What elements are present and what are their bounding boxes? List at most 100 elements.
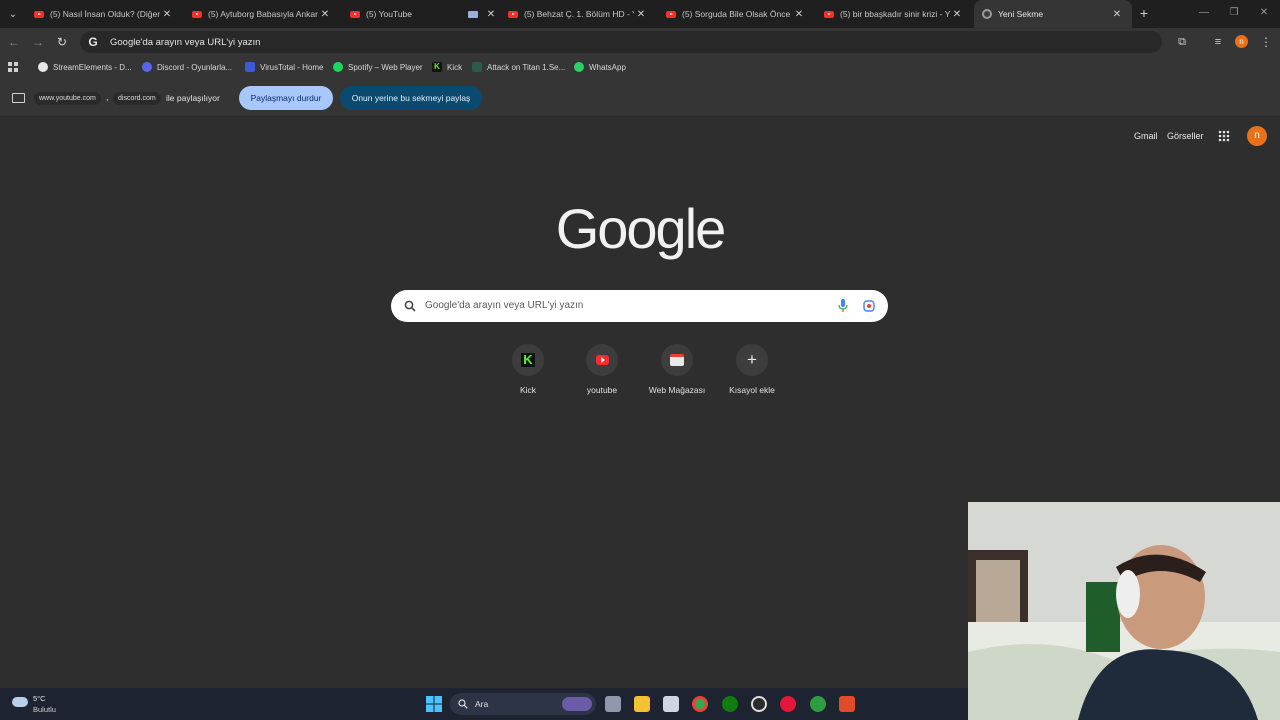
share-this-tab-button[interactable]: Onun yerine bu sekmeyi paylaş xyxy=(340,86,482,110)
bookmark-item[interactable]: WhatsApp xyxy=(574,60,626,74)
lens-search-icon[interactable] xyxy=(863,300,875,312)
search-box[interactable]: Google'da arayın veya URL'yi yazın xyxy=(391,290,888,322)
weather-description[interactable]: Bulutlu xyxy=(33,705,56,714)
valorant-icon[interactable] xyxy=(780,696,796,712)
tab-active[interactable]: Yeni Sekme ✕ xyxy=(974,0,1132,28)
webcam-overlay xyxy=(968,502,1280,720)
taskbar-search[interactable]: Ara xyxy=(450,693,596,715)
apps-icon[interactable] xyxy=(8,60,18,74)
search-icon xyxy=(458,699,468,709)
xbox-icon[interactable] xyxy=(722,696,738,712)
chrome-icon[interactable] xyxy=(692,696,708,712)
bookmark-label: Spotify – Web Player xyxy=(348,62,423,72)
tab-title: (5) YouTube xyxy=(366,9,412,19)
shortcut-tile[interactable]: + Kısayol ekle xyxy=(716,344,788,395)
bookmark-item[interactable]: VirusTotal - Home xyxy=(245,60,323,74)
forward-icon[interactable]: → xyxy=(30,34,46,50)
bookmarks-bar: StreamElements - D... Discord - Oyunlarl… xyxy=(0,56,1280,78)
screen-share-icon xyxy=(12,93,25,103)
youtube-icon xyxy=(508,10,518,18)
media-control-icon[interactable]: ≡ xyxy=(1210,34,1226,50)
back-icon[interactable]: ← xyxy=(6,34,22,50)
file-explorer-icon[interactable] xyxy=(634,696,650,712)
menu-icon[interactable]: ⋮ xyxy=(1258,34,1274,50)
tab-title: (5) Nasıl İnsan Olduk? (Diğer Tü xyxy=(50,9,160,19)
close-icon[interactable]: ✕ xyxy=(792,9,806,20)
shortcut-label: youtube xyxy=(586,385,618,395)
windows-start-icon[interactable] xyxy=(426,696,442,715)
close-icon[interactable]: ✕ xyxy=(1110,9,1124,20)
close-icon[interactable]: ✕ xyxy=(950,9,964,20)
bookmark-label: VirusTotal - Home xyxy=(260,62,324,72)
shortcut-tile[interactable]: youtube xyxy=(566,344,638,395)
bookmark-label: Kick xyxy=(447,62,463,72)
close-icon[interactable]: ✕ xyxy=(634,9,648,20)
google-g-icon: G xyxy=(88,35,98,49)
webcam-image xyxy=(968,502,1280,720)
spotify-icon xyxy=(333,62,343,72)
minimize-icon[interactable]: — xyxy=(1196,5,1212,21)
bookmark-label: WhatsApp xyxy=(589,62,626,72)
omnibox[interactable]: G Google'da arayın veya URL'yi yazın xyxy=(80,31,1162,53)
omnibox-text: Google'da arayın veya URL'yi yazın xyxy=(110,36,261,48)
aot-icon xyxy=(472,62,482,72)
store-icon[interactable] xyxy=(663,696,679,712)
images-link[interactable]: Görseller xyxy=(1167,131,1204,141)
account-avatar[interactable]: n xyxy=(1247,126,1267,146)
extensions-icon[interactable]: ⧉ xyxy=(1174,34,1190,50)
task-view-icon[interactable] xyxy=(605,696,621,712)
tab-search-button[interactable]: ⌄ xyxy=(4,5,22,23)
bookmark-item[interactable]: K Kick xyxy=(432,60,462,74)
search-placeholder: Google'da arayın veya URL'yi yazın xyxy=(425,300,584,311)
tab[interactable]: (5) Behzat Ç. 1. Bölüm HD - Yo ✕ xyxy=(500,0,656,28)
close-icon[interactable]: ✕ xyxy=(318,9,332,20)
bookmark-item[interactable]: Spotify – Web Player xyxy=(333,60,423,74)
tab[interactable]: (5) bir bbaşkadır sinir krizi - You ✕ xyxy=(816,0,972,28)
weather-temperature[interactable]: 5°C xyxy=(33,694,46,703)
shortcut-label: Kısayol ekle xyxy=(729,385,775,395)
tab[interactable]: (5) Aytuborg Babasıyla Ankarad ✕ xyxy=(184,0,340,28)
chrome-icon xyxy=(982,9,992,19)
gmail-link[interactable]: Gmail xyxy=(1134,131,1158,141)
tab-title: (5) Aytuborg Babasıyla Ankarad xyxy=(208,9,318,19)
bookmark-item[interactable]: Attack on Titan 1.Se... xyxy=(472,60,565,74)
tab[interactable]: ✕ xyxy=(460,0,498,28)
youtube-icon xyxy=(350,10,360,18)
shortcut-label: Web Mağazası xyxy=(648,385,706,395)
new-tab-button[interactable]: + xyxy=(1136,5,1152,21)
kick-icon: K xyxy=(432,62,442,72)
restore-icon[interactable]: ❐ xyxy=(1226,5,1242,21)
tab-title: (5) Sorguda Bile Olsak Önce Ha xyxy=(682,9,792,19)
sharing-status-text: ile paylaşılıyor xyxy=(166,93,220,103)
streamelements-icon xyxy=(38,62,48,72)
tab-title: (5) Behzat Ç. 1. Bölüm HD - Yo xyxy=(524,9,634,19)
steam-icon[interactable] xyxy=(751,696,767,712)
screen-sharing-bar: www.youtube.com , discord.com ile paylaş… xyxy=(0,78,1280,117)
shortcut-label: Kick xyxy=(519,385,537,395)
bookmark-item[interactable]: StreamElements - D... xyxy=(38,60,132,74)
tab[interactable]: (5) Sorguda Bile Olsak Önce Ha ✕ xyxy=(658,0,814,28)
discord-icon xyxy=(142,62,152,72)
reload-icon[interactable]: ↻ xyxy=(54,34,70,50)
voice-search-icon[interactable] xyxy=(838,299,848,313)
bookmark-item[interactable]: Discord - Oyunlarla... xyxy=(142,60,232,74)
tab-title: (5) bir bbaşkadır sinir krizi - You xyxy=(840,9,950,19)
bookmark-label: Attack on Titan 1.Se... xyxy=(487,62,566,72)
bookmark-label: Discord - Oyunlarla... xyxy=(157,62,233,72)
google-apps-icon[interactable] xyxy=(1218,130,1230,145)
whatsapp-icon xyxy=(574,62,584,72)
profile-avatar[interactable]: n xyxy=(1235,35,1248,48)
web-store-icon xyxy=(661,344,693,376)
brave-icon[interactable] xyxy=(839,696,855,712)
shortcut-tile[interactable]: Web Mağazası xyxy=(641,344,713,395)
close-window-icon[interactable]: ✕ xyxy=(1256,5,1272,21)
plus-icon: + xyxy=(736,344,768,376)
close-icon[interactable]: ✕ xyxy=(160,9,174,20)
stop-sharing-button[interactable]: Paylaşmayı durdur xyxy=(239,86,333,110)
xbox-app-icon[interactable] xyxy=(810,696,826,712)
tab[interactable]: (5) Nasıl İnsan Olduk? (Diğer Tü ✕ xyxy=(26,0,182,28)
shortcut-tile[interactable]: K Kick xyxy=(492,344,564,395)
tab[interactable]: (5) YouTube xyxy=(342,0,456,28)
close-icon[interactable]: ✕ xyxy=(484,9,498,20)
toolbar: ← → ↻ G Google'da arayın veya URL'yi yaz… xyxy=(0,28,1280,56)
